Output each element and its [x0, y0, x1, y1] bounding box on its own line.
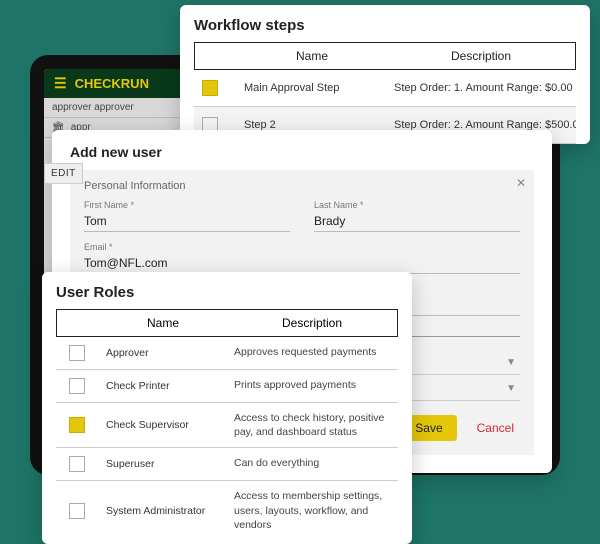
chevron-down-icon: ▼ [506, 383, 516, 394]
first-name-label: First Name * [84, 200, 290, 210]
roles-row[interactable]: Check Supervisor Access to check history… [56, 403, 398, 448]
roles-table-header: Name Description [56, 309, 398, 337]
workflow-header-name: Name [237, 43, 387, 69]
workflow-header-checkbox [195, 43, 237, 69]
hamburger-icon[interactable]: ☰ [54, 75, 67, 92]
cancel-button[interactable]: Cancel [471, 420, 520, 436]
edit-button[interactable]: EDIT [44, 163, 83, 184]
user-roles-title: User Roles [56, 284, 398, 301]
add-user-title: Add new user [70, 144, 534, 160]
roles-header-checkbox [57, 310, 99, 336]
email-field[interactable] [84, 254, 520, 274]
workflow-row-desc: Step Order: 1. Amount Range: $0.00 - ∞ [386, 72, 576, 104]
chevron-down-icon: ▼ [506, 357, 516, 368]
roles-row[interactable]: Approver Approves requested payments [56, 337, 398, 370]
roles-row-name: Check Printer [98, 370, 226, 402]
close-icon[interactable]: ✕ [516, 176, 526, 190]
roles-row-desc: Approves requested payments [226, 337, 398, 369]
last-name-field[interactable] [314, 212, 520, 232]
roles-row-desc: Can do everything [226, 448, 398, 480]
roles-header-name: Name [99, 310, 227, 336]
workflow-header-desc: Description [387, 43, 575, 69]
checkbox-icon[interactable] [69, 345, 85, 361]
roles-row-name: Superuser [98, 448, 226, 480]
workflow-row[interactable]: Main Approval Step Step Order: 1. Amount… [194, 70, 576, 107]
workflow-row-name: Main Approval Step [236, 72, 386, 104]
roles-row-desc: Access to membership settings, users, la… [226, 481, 398, 540]
roles-header-desc: Description [227, 310, 397, 336]
first-name-field[interactable] [84, 212, 290, 232]
workflow-steps-card: Workflow steps Name Description Main App… [180, 5, 590, 144]
roles-row-desc: Access to check history, positive pay, a… [226, 403, 398, 447]
last-name-label: Last Name * [314, 200, 520, 210]
checkbox-icon[interactable] [69, 417, 85, 433]
roles-row-desc: Prints approved payments [226, 370, 398, 402]
checkbox-icon[interactable] [69, 378, 85, 394]
checkbox-icon[interactable] [202, 80, 218, 96]
roles-row[interactable]: Superuser Can do everything [56, 448, 398, 481]
app-brand: CHECKRUN [75, 76, 149, 91]
email-label: Email * [84, 242, 520, 252]
user-roles-card: User Roles Name Description Approver App… [42, 272, 412, 544]
checkbox-icon[interactable] [69, 456, 85, 472]
roles-row[interactable]: Check Printer Prints approved payments [56, 370, 398, 403]
workflow-title: Workflow steps [194, 17, 576, 34]
roles-row[interactable]: System Administrator Access to membershi… [56, 481, 398, 540]
roles-row-name: System Administrator [98, 481, 226, 540]
roles-row-name: Approver [98, 337, 226, 369]
form-section-label: Personal Information [84, 180, 520, 192]
checkbox-icon[interactable] [69, 503, 85, 519]
roles-row-name: Check Supervisor [98, 403, 226, 447]
workflow-table-header: Name Description [194, 42, 576, 70]
